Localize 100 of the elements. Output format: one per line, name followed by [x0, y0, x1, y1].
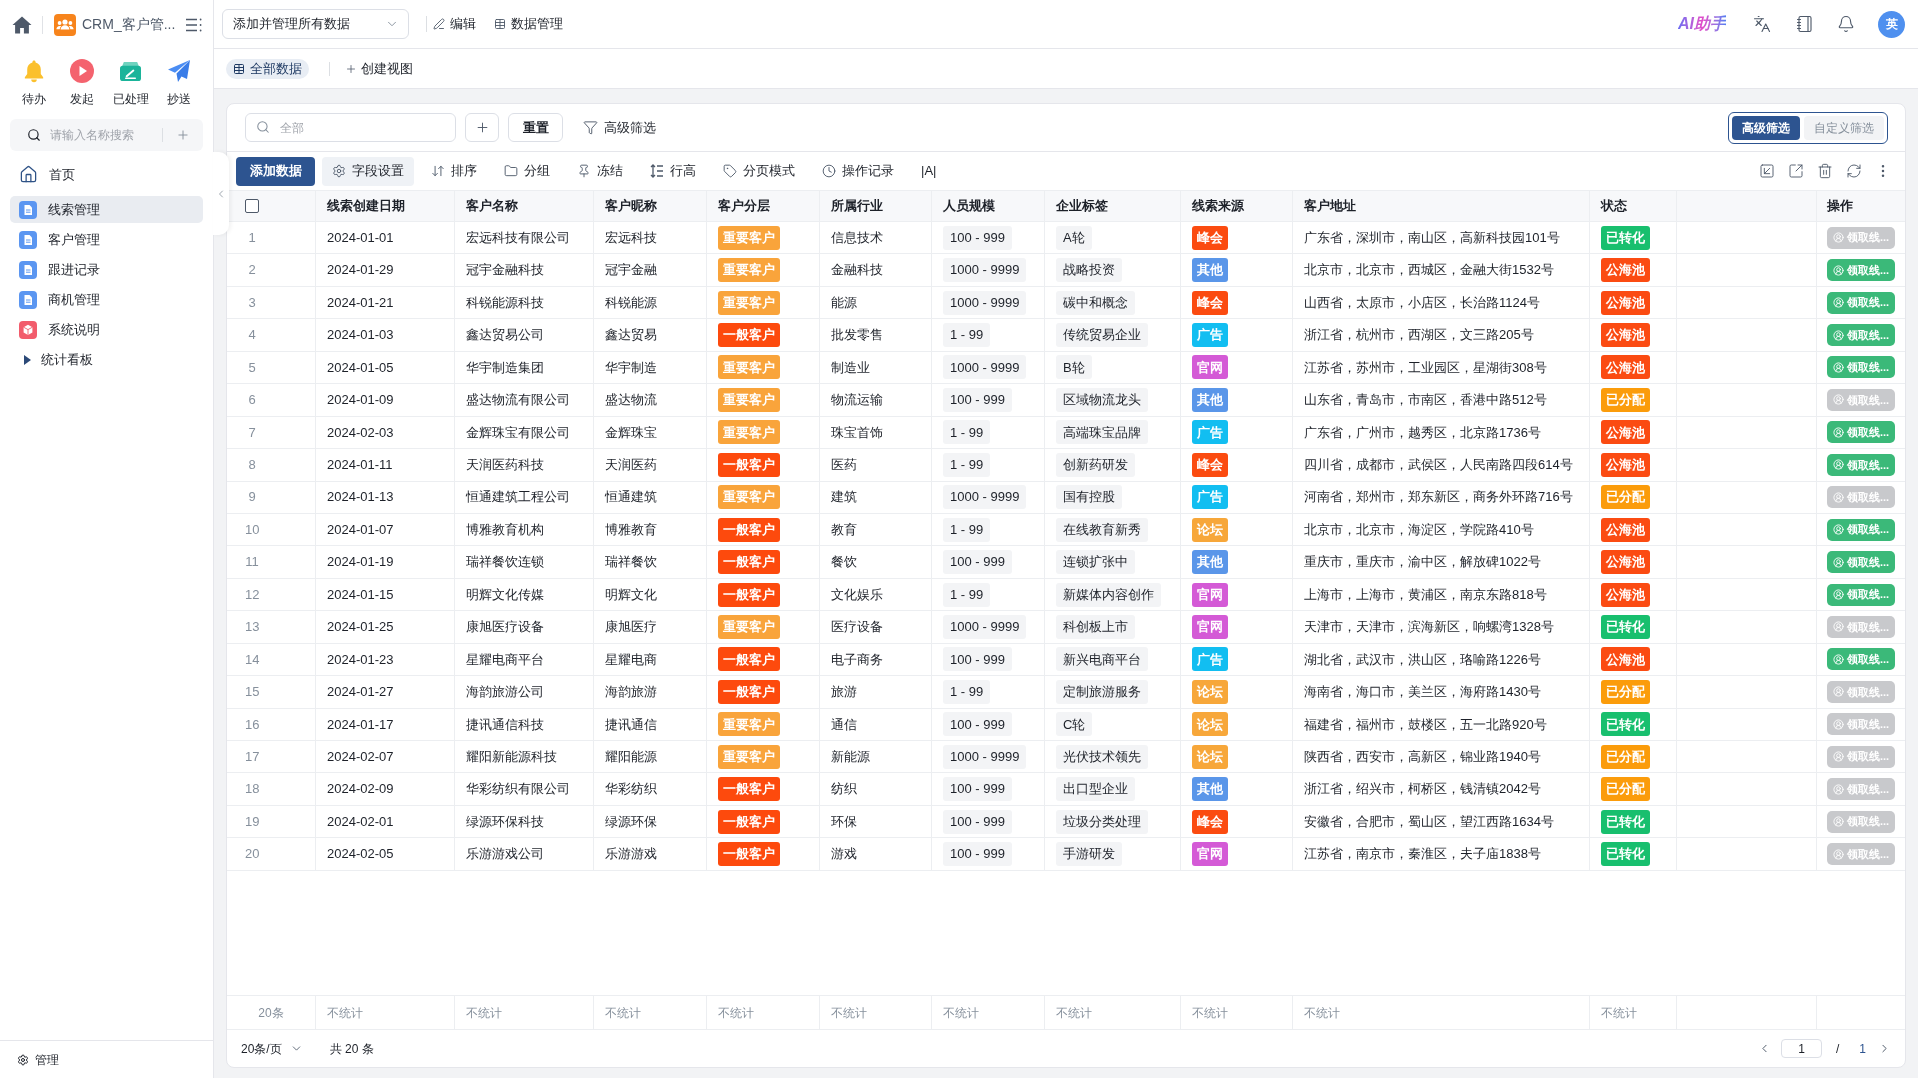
- quick-action[interactable]: 已处理: [106, 57, 155, 107]
- notification-icon[interactable]: [1837, 15, 1855, 33]
- user-icon: [1832, 361, 1844, 373]
- manage-button[interactable]: 管理: [17, 1050, 59, 1069]
- status-tag: 公海池: [1601, 550, 1650, 575]
- row-number: 4: [247, 326, 257, 345]
- nav-item[interactable]: 统计看板: [10, 346, 203, 373]
- toolbar-button[interactable]: 操作记录: [812, 156, 904, 186]
- table-cell-text: 明辉文化: [605, 585, 657, 604]
- app-logo-icon: [54, 13, 76, 36]
- user-icon: [1832, 459, 1844, 471]
- table-cell-text: 山东省，青岛市，市南区，香港中路512号: [1304, 391, 1547, 410]
- size-tag: 1 - 99: [943, 420, 991, 445]
- nav-item[interactable]: 客户管理: [10, 226, 203, 253]
- column-header[interactable]: 操作: [1827, 196, 1853, 216]
- user-icon: [1832, 264, 1844, 276]
- page-count: 1: [1859, 1040, 1866, 1058]
- column-header[interactable]: 状态: [1601, 196, 1627, 216]
- folder-icon: [504, 164, 518, 178]
- table-cell-text: 华宇制造集团: [466, 358, 544, 377]
- notebook-icon[interactable]: [1796, 15, 1814, 33]
- caret-icon[interactable]: [22, 354, 32, 365]
- page-size-select[interactable]: 20条/页: [241, 1039, 303, 1058]
- table-cell-text: 2024-01-15: [327, 585, 394, 604]
- company-tag: 出口型企业: [1056, 777, 1135, 802]
- translate-icon[interactable]: [1753, 15, 1771, 33]
- advanced-filter-button[interactable]: 高级筛选: [583, 117, 656, 138]
- table-cell-text: 四川省，成都市，武侯区，人民南路四段614号: [1304, 456, 1573, 475]
- quick-action[interactable]: 待办: [10, 57, 59, 107]
- column-header[interactable]: 人员规模: [943, 196, 995, 216]
- toolbar-button[interactable]: 冻结: [567, 156, 633, 186]
- view-select[interactable]: 添加并管理所有数据: [222, 9, 409, 39]
- export-icon[interactable]: [1788, 163, 1804, 179]
- refresh-icon[interactable]: [1846, 163, 1862, 179]
- search-field[interactable]: 请输入名称搜索: [10, 119, 203, 151]
- column-header[interactable]: 线索创建日期: [327, 196, 405, 216]
- select-all-checkbox[interactable]: [245, 199, 259, 213]
- quick-action[interactable]: 发起: [58, 57, 107, 107]
- filter-mode-tab[interactable]: 高级筛选: [1732, 115, 1800, 140]
- header-action[interactable]: 编辑: [433, 14, 476, 34]
- table-cell-text: 物流运输: [831, 391, 883, 410]
- table-cell-text: 2024-01-09: [327, 391, 394, 410]
- status-tag: 公海池: [1601, 452, 1650, 477]
- column-header[interactable]: 线索来源: [1192, 196, 1244, 216]
- size-tag: 1000 - 9999: [943, 355, 1027, 380]
- table-cell-text: 2024-01-25: [327, 618, 394, 637]
- tier-tag: 一般客户: [718, 452, 780, 477]
- toolbar-button[interactable]: |A|: [911, 156, 947, 186]
- nav-item[interactable]: 线索管理: [10, 196, 203, 223]
- toolbar-button[interactable]: 分页模式: [713, 156, 805, 186]
- tier-tag: 重要客户: [718, 387, 780, 412]
- toolbar-button[interactable]: 分组: [494, 156, 560, 186]
- row-number: 19: [245, 812, 260, 831]
- menu-icon[interactable]: [186, 17, 202, 32]
- reset-button[interactable]: 重置: [508, 113, 563, 142]
- collapse-handle[interactable]: [213, 152, 229, 235]
- nav-item[interactable]: 跟进记录: [10, 256, 203, 283]
- table-cell-text: 医疗设备: [831, 618, 883, 637]
- toolbar-button[interactable]: 排序: [421, 156, 487, 186]
- create-view-button[interactable]: 创建视图: [345, 58, 413, 79]
- table-cell-text: 2024-02-05: [327, 845, 394, 864]
- table-cell-text: 天润医药科技: [466, 456, 544, 475]
- column-header[interactable]: 所属行业: [831, 196, 883, 216]
- row-number: 20: [245, 845, 260, 864]
- table-cell-text: 冠宇金融: [605, 261, 657, 280]
- quick-action[interactable]: 抄送: [154, 57, 203, 107]
- import-icon[interactable]: [1759, 163, 1775, 179]
- column-header[interactable]: 客户分层: [718, 196, 770, 216]
- nav-item[interactable]: 商机管理: [10, 286, 203, 313]
- size-tag: 100 - 999: [943, 387, 1012, 412]
- tier-tag: 重要客户: [718, 485, 780, 510]
- toolbar-button[interactable]: 字段设置: [322, 156, 414, 186]
- plus-icon: [474, 120, 490, 135]
- table-cell-text: 科锐能源科技: [466, 293, 544, 312]
- view-tab[interactable]: 全部数据: [226, 58, 309, 79]
- column-header[interactable]: 客户名称: [466, 196, 518, 216]
- search-field[interactable]: 全部: [245, 113, 456, 142]
- home-icon[interactable]: [12, 15, 32, 34]
- size-tag: 100 - 999: [943, 550, 1012, 575]
- user-icon: [1832, 329, 1844, 341]
- table-cell-text: 星耀电商平台: [466, 650, 544, 669]
- company-tag: 垃圾分类处理: [1056, 809, 1148, 834]
- toolbar-button[interactable]: 行高: [640, 156, 706, 186]
- user-icon: [1832, 426, 1844, 438]
- page-input[interactable]: 1: [1780, 1039, 1822, 1058]
- column-header[interactable]: 客户地址: [1304, 196, 1356, 216]
- status-tag: 公海池: [1601, 647, 1650, 672]
- table-cell-text: 信息技术: [831, 228, 883, 247]
- table-cell-text: 冠宇金融科技: [466, 261, 544, 280]
- add-data-button[interactable]: 添加数据: [236, 156, 315, 186]
- header-action[interactable]: 数据管理: [494, 14, 563, 34]
- source-tag: 峰会: [1192, 225, 1228, 250]
- column-header[interactable]: 企业标签: [1056, 196, 1108, 216]
- column-header[interactable]: 客户昵称: [605, 196, 657, 216]
- trash-icon[interactable]: [1817, 163, 1833, 179]
- table-cell-text: 金辉珠宝有限公司: [466, 423, 570, 442]
- nav-item[interactable]: 系统说明: [10, 316, 203, 343]
- clock-icon: [822, 164, 836, 178]
- play-icon: [70, 59, 95, 83]
- nav-item[interactable]: 首页: [10, 161, 203, 188]
